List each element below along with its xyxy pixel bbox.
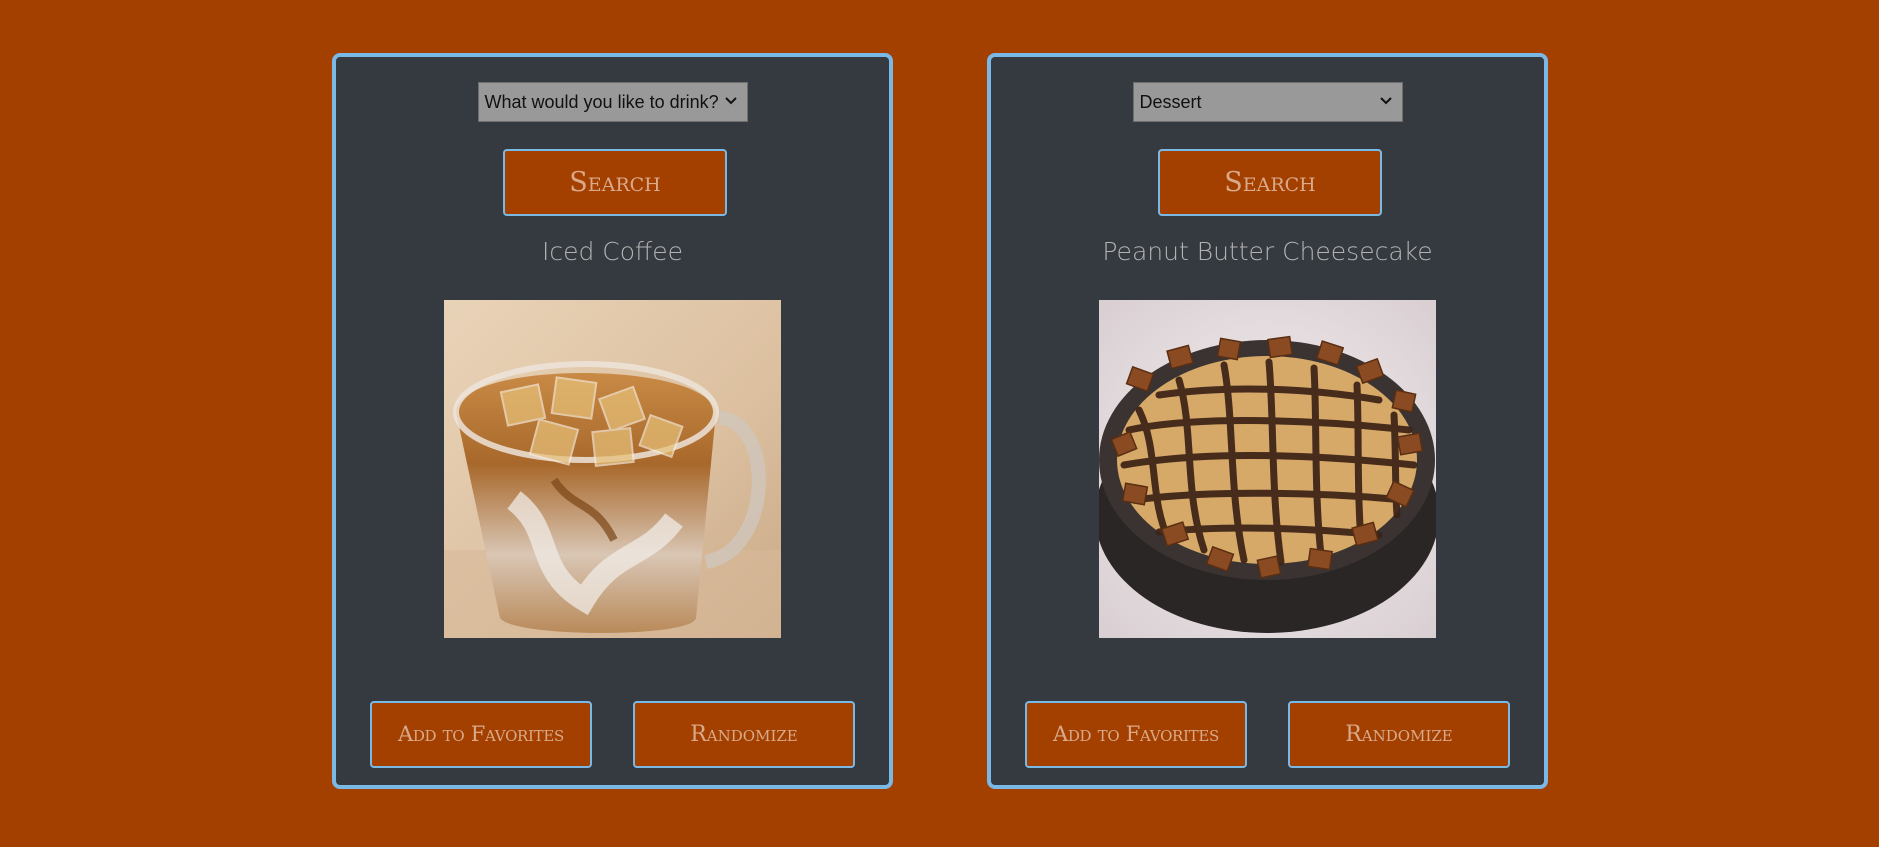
food-add-to-favorites-button[interactable]: Add to Favorites [1025, 701, 1247, 768]
chevron-down-icon [1379, 97, 1392, 105]
drink-search-button[interactable]: Search [503, 149, 727, 216]
peanut-butter-cheesecake-image [1099, 300, 1436, 638]
drink-type-select-value: What would you like to drink? [484, 92, 719, 112]
food-randomize-button[interactable]: Randomize [1288, 701, 1510, 768]
drink-item-title: Iced Coffee [541, 237, 684, 266]
food-type-select-value: Dessert [1139, 92, 1202, 112]
chevron-down-icon [724, 97, 737, 105]
drink-type-select[interactable]: What would you like to drink? [477, 82, 748, 122]
food-card: Dessert Search Peanut Butter Cheesecake [987, 53, 1548, 789]
iced-coffee-image [444, 300, 781, 638]
food-type-select[interactable]: Dessert [1132, 82, 1403, 122]
food-search-button[interactable]: Search [1158, 149, 1382, 216]
food-item-title: Peanut Butter Cheesecake [1102, 237, 1433, 266]
drink-add-to-favorites-button[interactable]: Add to Favorites [370, 701, 592, 768]
drink-randomize-button[interactable]: Randomize [633, 701, 855, 768]
drink-card: What would you like to drink? Search Ice… [332, 53, 893, 789]
